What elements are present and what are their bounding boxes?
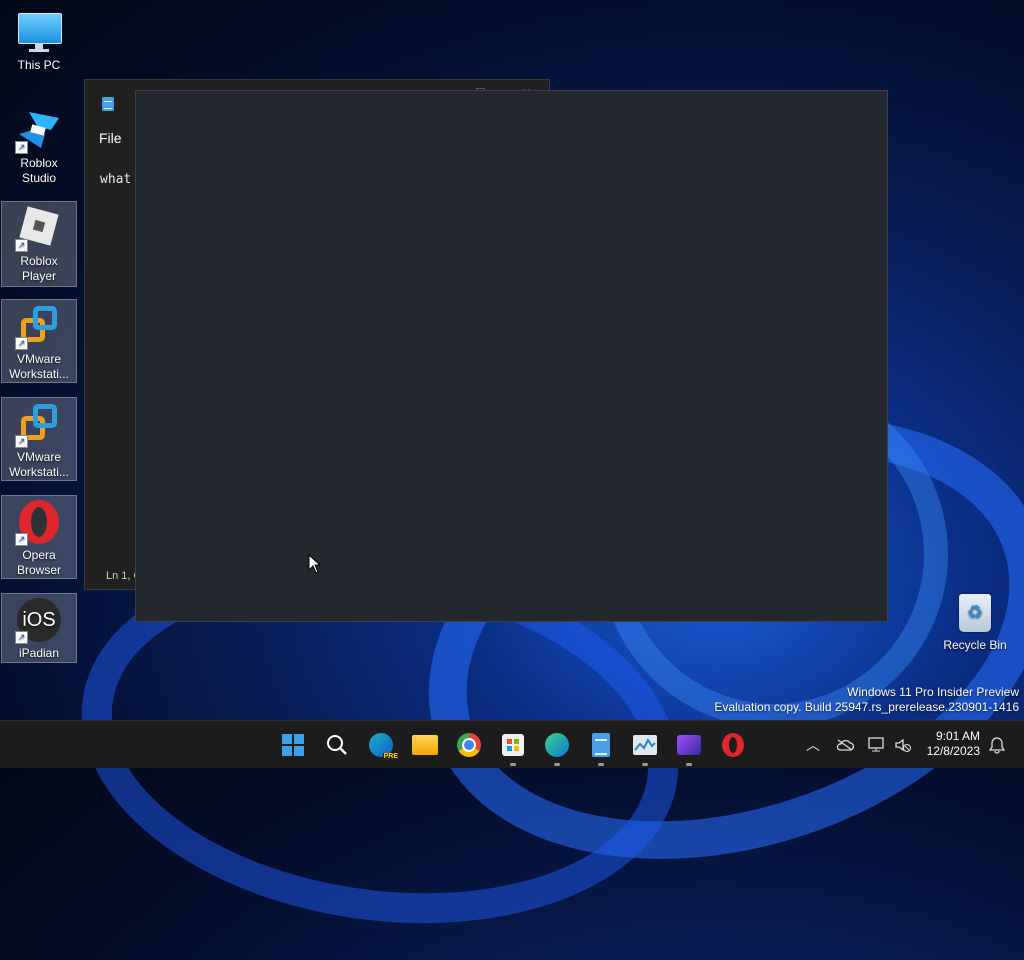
onedrive-status[interactable] <box>834 721 856 769</box>
desktop-icon-label: This PC <box>17 58 61 72</box>
show-hidden-icons-button[interactable]: ︿ <box>802 721 824 769</box>
desktop-icon-roblox-player[interactable]: ↗ Roblox Player <box>1 201 77 287</box>
notepad-taskbar-button[interactable] <box>587 731 615 766</box>
task-manager-button[interactable] <box>631 731 659 766</box>
shortcut-arrow-icon: ↗ <box>15 435 28 448</box>
editor-text[interactable]: what <box>100 172 131 187</box>
vmware-icon: ↗ <box>15 402 63 448</box>
clock-date: 12/8/2023 <box>926 744 980 758</box>
mouse-cursor-icon <box>308 554 322 574</box>
watermark-line2: Evaluation copy. Build 25947.rs_prerelea… <box>714 700 1019 714</box>
chrome-button[interactable] <box>455 731 483 759</box>
network-icon <box>868 737 884 752</box>
edge-icon <box>545 733 569 757</box>
bell-icon <box>989 737 1005 754</box>
volume-muted-icon <box>895 738 911 752</box>
opera-icon: ↗ <box>15 500 63 546</box>
volume-status[interactable] <box>892 721 914 769</box>
search-button[interactable] <box>323 731 351 759</box>
clipchamp-icon <box>677 735 701 755</box>
clock[interactable]: 9:01 AM 12/8/2023 <box>927 729 980 759</box>
watermark-line1: Windows 11 Pro Insider Preview <box>847 685 1019 699</box>
clipchamp-button[interactable] <box>675 731 703 766</box>
edge-beta-icon: PRE <box>369 733 399 760</box>
search-icon <box>327 735 347 755</box>
network-status[interactable] <box>866 721 888 769</box>
desktop-icon-label: iPadian <box>18 646 60 660</box>
shortcut-arrow-icon: ↗ <box>15 337 28 350</box>
edge-beta-button[interactable]: PRE <box>367 731 399 760</box>
vmware-icon: ↗ <box>15 304 63 350</box>
folder-icon <box>412 735 438 755</box>
start-button[interactable] <box>279 731 307 759</box>
monitor-icon <box>15 10 63 56</box>
chevron-up-icon: ︿ <box>806 737 820 753</box>
blank-overlay-window[interactable] <box>135 90 888 622</box>
desktop-icon-this-pc[interactable]: This PC <box>1 6 77 92</box>
opera-taskbar-button[interactable] <box>719 731 747 759</box>
shortcut-arrow-icon: ↗ <box>15 631 28 644</box>
taskbar: PRE ︿ 9:01 AM 12/8/2023 <box>0 720 1024 768</box>
desktop-icon-label: Roblox Studio <box>20 156 58 185</box>
store-button[interactable] <box>499 731 527 766</box>
roblox-player-icon: ↗ <box>15 206 63 252</box>
opera-icon <box>722 733 744 757</box>
task-manager-icon <box>633 735 657 755</box>
notepad-icon <box>592 733 610 757</box>
notepad-icon <box>102 97 114 111</box>
windows-start-icon <box>282 734 304 756</box>
desktop-icon-recycle-bin[interactable]: Recycle Bin <box>936 594 1014 666</box>
desktop-icon-vmware-1[interactable]: ↗ VMware Workstati... <box>1 299 77 383</box>
shortcut-arrow-icon: ↗ <box>15 533 28 546</box>
recycle-bin-icon <box>959 594 991 632</box>
desktop-icon-ipadian[interactable]: iOS ↗ iPadian <box>1 593 77 663</box>
clock-time: 9:01 AM <box>935 729 980 743</box>
desktop-icon-opera[interactable]: ↗ Opera Browser <box>1 495 77 579</box>
desktop-icon-vmware-2[interactable]: ↗ VMware Workstati... <box>1 397 77 481</box>
roblox-studio-icon: ↗ <box>15 108 63 154</box>
file-explorer-button[interactable] <box>411 731 439 759</box>
desktop-icon-label: VMware Workstati... <box>9 450 69 479</box>
store-icon <box>502 734 524 756</box>
cloud-offline-icon <box>836 739 854 751</box>
desktop-icon-roblox-studio[interactable]: ↗ Roblox Studio <box>1 104 77 190</box>
notifications-button[interactable] <box>986 721 1008 769</box>
desktop-icon-label: Recycle Bin <box>943 638 1007 652</box>
ipadian-icon: iOS ↗ <box>15 598 63 644</box>
evaluation-watermark: Windows 11 Pro Insider Preview Evaluatio… <box>714 685 1019 715</box>
menu-file[interactable]: File <box>99 130 122 146</box>
desktop-icon-label: Opera Browser <box>16 548 61 577</box>
shortcut-arrow-icon: ↗ <box>15 141 28 154</box>
shortcut-arrow-icon: ↗ <box>15 239 28 252</box>
desktop-icon-label: Roblox Player <box>20 254 58 283</box>
chrome-icon <box>457 733 481 757</box>
desktop-icon-label: VMware Workstati... <box>9 352 69 381</box>
edge-button[interactable] <box>543 731 571 766</box>
